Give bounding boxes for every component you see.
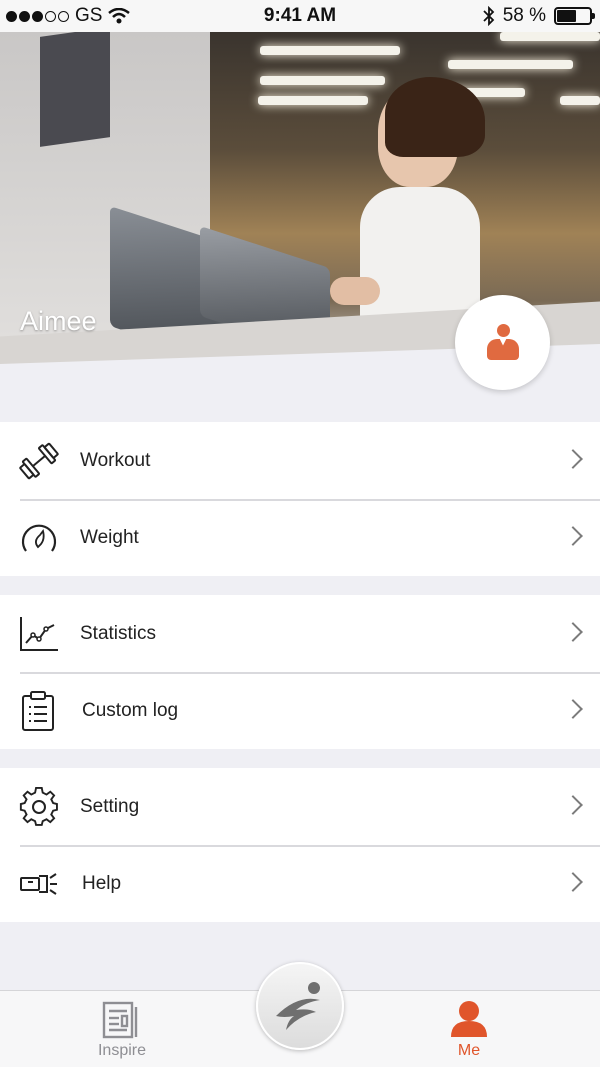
menu-item-custom-log[interactable]: Custom log <box>0 672 600 749</box>
brand-logo-icon <box>276 982 320 1030</box>
battery-percent: 58 % <box>502 5 546 26</box>
menu-item-label: Setting <box>80 795 140 817</box>
bluetooth-icon <box>483 6 494 26</box>
status-bar: GS 9:41 AM 58 % <box>0 0 600 32</box>
menu-item-label: Help <box>82 872 122 894</box>
menu-item-weight[interactable]: Weight <box>0 499 600 576</box>
chevron-right-icon <box>563 449 583 469</box>
avatar-button[interactable] <box>455 295 550 390</box>
dumbbell-icon <box>19 442 59 480</box>
flashlight-icon <box>20 873 57 895</box>
newspaper-icon <box>102 1001 138 1039</box>
chevron-right-icon <box>563 872 583 892</box>
menu-item-label: Custom log <box>82 699 179 721</box>
battery-icon <box>554 7 595 25</box>
menu-item-label: Workout <box>80 449 151 471</box>
menu-item-workout[interactable]: Workout <box>0 422 600 499</box>
gear-icon <box>19 786 58 826</box>
menu-group-1: Workout Weight <box>0 422 600 576</box>
person-icon <box>451 1001 487 1037</box>
status-right: 58 % <box>483 5 595 27</box>
chevron-right-icon <box>563 622 583 642</box>
chevron-right-icon <box>563 699 583 719</box>
menu-item-help[interactable]: Help <box>0 845 600 922</box>
tab-me[interactable]: Me <box>409 991 529 1067</box>
clipboard-list-icon <box>22 691 54 731</box>
user-avatar-icon <box>486 323 520 362</box>
battery-fill <box>557 10 576 22</box>
scale-gauge-icon <box>21 524 57 552</box>
menu-item-label: Statistics <box>80 622 157 644</box>
menu-group-3: Setting Help <box>0 768 600 922</box>
center-action-button[interactable] <box>256 962 344 1050</box>
tab-inspire[interactable]: Inspire <box>62 991 182 1067</box>
tab-label: Me <box>457 1042 481 1059</box>
chevron-right-icon <box>563 795 583 815</box>
profile-name: Aimee <box>20 306 97 336</box>
menu-item-setting[interactable]: Setting <box>0 768 600 845</box>
line-chart-icon <box>20 617 58 651</box>
menu-item-label: Weight <box>80 526 139 548</box>
chevron-right-icon <box>563 526 583 546</box>
menu-group-2: Statistics Custom log <box>0 595 600 749</box>
menu-item-statistics[interactable]: Statistics <box>0 595 600 672</box>
tab-label: Inspire <box>97 1042 147 1059</box>
